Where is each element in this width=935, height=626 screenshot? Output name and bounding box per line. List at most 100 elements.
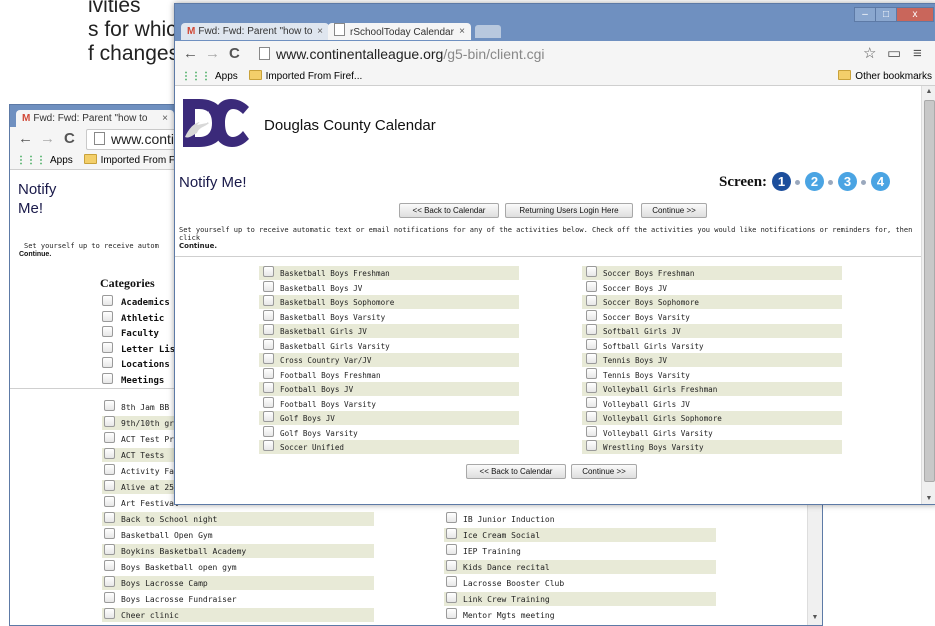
checkbox[interactable] bbox=[263, 324, 274, 335]
activity-item[interactable]: Boys Basketball open gym bbox=[102, 560, 374, 574]
checkbox[interactable] bbox=[263, 266, 274, 277]
checkbox[interactable] bbox=[263, 425, 274, 437]
tab-gmail[interactable]: M Fwd: Fwd: Parent "how to × bbox=[181, 23, 329, 40]
activity-item[interactable]: IB Junior Induction bbox=[444, 512, 716, 526]
checkbox[interactable] bbox=[102, 372, 113, 384]
checkbox[interactable] bbox=[586, 280, 597, 292]
activity-item[interactable]: Basketball Boys Sophomore bbox=[259, 295, 519, 309]
activity-item[interactable]: Football Boys JV bbox=[259, 382, 519, 396]
back-arrow-icon[interactable]: ← bbox=[18, 130, 33, 147]
activity-item[interactable]: Lacrosse Booster Club bbox=[444, 576, 716, 590]
checkbox[interactable] bbox=[586, 338, 597, 350]
checkbox[interactable] bbox=[446, 592, 457, 603]
activity-item[interactable]: Boys Lacrosse Camp bbox=[102, 576, 374, 590]
activity-item[interactable]: Ice Cream Social bbox=[444, 528, 716, 542]
checkbox[interactable] bbox=[586, 425, 597, 437]
back-to-calendar-button[interactable]: << Back to Calendar bbox=[399, 203, 499, 218]
bookmark-imported[interactable]: Imported From Firef... bbox=[266, 71, 363, 82]
checkbox[interactable] bbox=[586, 295, 597, 306]
checkbox[interactable] bbox=[263, 280, 274, 292]
activity-item[interactable]: Softball Girls JV bbox=[582, 324, 842, 338]
menu-icon[interactable]: ≡ bbox=[913, 45, 922, 62]
checkbox[interactable] bbox=[104, 560, 115, 571]
category-item[interactable]: Athletic bbox=[102, 310, 164, 324]
checkbox[interactable] bbox=[104, 576, 115, 587]
activity-item[interactable]: Softball Girls Varsity bbox=[582, 338, 842, 353]
checkbox[interactable] bbox=[586, 440, 597, 451]
checkbox[interactable] bbox=[104, 448, 115, 459]
address-bar[interactable]: www.contin bbox=[86, 129, 188, 150]
activity-item[interactable]: Tennis Boys Varsity bbox=[582, 367, 842, 382]
checkbox[interactable] bbox=[104, 608, 115, 619]
checkbox[interactable] bbox=[263, 411, 274, 422]
close-tab-icon[interactable]: × bbox=[317, 23, 323, 40]
scrollbar-thumb[interactable] bbox=[924, 100, 935, 482]
checkbox[interactable] bbox=[263, 353, 274, 364]
continue-button-bottom[interactable]: Continue >> bbox=[571, 464, 637, 479]
bookmark-other[interactable]: Other bookmarks bbox=[855, 71, 932, 82]
continue-button[interactable]: Continue >> bbox=[641, 203, 707, 218]
checkbox[interactable] bbox=[104, 512, 115, 523]
activity-item[interactable]: Link Crew Training bbox=[444, 592, 716, 606]
checkbox[interactable] bbox=[446, 544, 457, 555]
activity-item[interactable]: Football Boys Freshman bbox=[259, 367, 519, 382]
checkbox[interactable] bbox=[446, 512, 457, 523]
checkbox[interactable] bbox=[104, 496, 115, 507]
bookmark-apps[interactable]: Apps bbox=[50, 155, 73, 166]
checkbox[interactable] bbox=[446, 560, 457, 571]
tab-rschooltoday[interactable]: rSchoolToday Calendar × bbox=[328, 23, 471, 40]
cast-icon[interactable]: ▭ bbox=[887, 45, 901, 62]
returning-users-login-button[interactable]: Returning Users Login Here bbox=[505, 203, 633, 218]
checkbox[interactable] bbox=[263, 295, 274, 306]
checkbox[interactable] bbox=[586, 396, 597, 408]
activity-item[interactable]: IEP Training bbox=[444, 544, 716, 558]
checkbox[interactable] bbox=[263, 338, 274, 350]
activity-item[interactable]: Soccer Boys JV bbox=[582, 280, 842, 295]
checkbox[interactable] bbox=[263, 382, 274, 393]
checkbox[interactable] bbox=[102, 326, 113, 337]
activity-item[interactable]: Basketball Girls JV bbox=[259, 324, 519, 338]
activity-item[interactable]: Volleyball Girls JV bbox=[582, 396, 842, 411]
activity-item[interactable]: Soccer Boys Sophomore bbox=[582, 295, 842, 309]
checkbox[interactable] bbox=[263, 309, 274, 321]
checkbox[interactable] bbox=[102, 357, 113, 368]
checkbox[interactable] bbox=[104, 592, 115, 603]
checkbox[interactable] bbox=[586, 382, 597, 393]
scroll-up-icon[interactable]: ▲ bbox=[922, 88, 935, 95]
forward-arrow-icon[interactable]: → bbox=[40, 130, 55, 147]
activity-item[interactable]: Back to School night bbox=[102, 512, 374, 526]
scroll-down-icon[interactable]: ▼ bbox=[922, 495, 935, 502]
activity-item[interactable]: Boys Lacrosse Fundraiser bbox=[102, 592, 374, 606]
scroll-down-icon[interactable]: ▼ bbox=[808, 614, 822, 621]
checkbox[interactable] bbox=[446, 576, 457, 587]
activity-item[interactable]: Mentor Mgts meeting bbox=[444, 608, 716, 622]
checkbox[interactable] bbox=[263, 440, 274, 451]
address-bar[interactable]: www.continentalleague.org/g5-bin/client.… bbox=[251, 44, 849, 65]
activity-item[interactable]: Basketball Boys JV bbox=[259, 280, 519, 295]
checkbox[interactable] bbox=[586, 367, 597, 379]
checkbox[interactable] bbox=[102, 310, 113, 322]
activity-item[interactable]: Boykins Basketball Academy bbox=[102, 544, 374, 558]
checkbox[interactable] bbox=[104, 528, 115, 539]
forward-arrow-icon[interactable]: → bbox=[205, 45, 220, 62]
checkbox[interactable] bbox=[104, 432, 115, 443]
activity-item[interactable]: Kids Dance recital bbox=[444, 560, 716, 574]
reload-icon[interactable]: C bbox=[64, 130, 75, 147]
checkbox[interactable] bbox=[104, 416, 115, 427]
checkbox[interactable] bbox=[586, 309, 597, 321]
checkbox[interactable] bbox=[586, 353, 597, 364]
checkbox[interactable] bbox=[586, 411, 597, 422]
activity-item[interactable]: Basketball Boys Varsity bbox=[259, 309, 519, 324]
back-to-calendar-button-bottom[interactable]: << Back to Calendar bbox=[466, 464, 566, 479]
category-item[interactable]: Meetings bbox=[102, 372, 164, 386]
checkbox[interactable] bbox=[446, 608, 457, 619]
activity-item[interactable]: Volleyball Girls Freshman bbox=[582, 382, 842, 396]
activity-item[interactable]: Basketball Girls Varsity bbox=[259, 338, 519, 353]
star-icon[interactable]: ☆ bbox=[863, 45, 876, 62]
checkbox[interactable] bbox=[104, 480, 115, 491]
checkbox[interactable] bbox=[104, 400, 115, 411]
activity-item[interactable]: Cross Country Var/JV bbox=[259, 353, 519, 367]
activity-item[interactable]: Volleyball Girls Varsity bbox=[582, 425, 842, 440]
close-tab-icon[interactable]: × bbox=[459, 23, 465, 40]
activity-item[interactable]: Wrestling Boys Varsity bbox=[582, 440, 842, 454]
